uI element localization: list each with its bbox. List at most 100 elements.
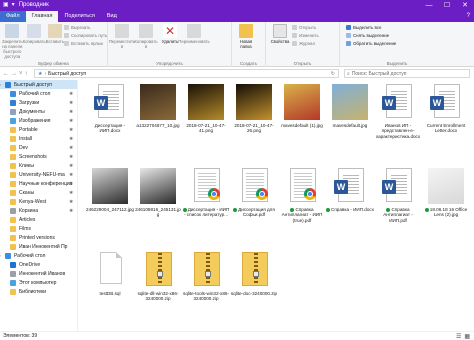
rename-button[interactable]: Переименовать (178, 23, 210, 59)
pin-quick-access-button[interactable]: Закрепить на панели быстрого доступа (2, 23, 23, 59)
folder-icon (10, 243, 16, 250)
maximize-button[interactable]: ☐ (438, 0, 456, 10)
refresh-icon[interactable]: ↻ (331, 71, 335, 77)
sidebar-item-label: Сканы (19, 189, 35, 196)
photo-thumbnail (234, 82, 274, 122)
help-icon[interactable]: ? (467, 11, 474, 22)
photo-thumbnail (330, 82, 370, 122)
folder-icon (10, 288, 16, 295)
sidebar-item[interactable]: OneDrive (0, 260, 77, 269)
file-name: mavesdefault.jpg (326, 123, 374, 128)
file-item[interactable]: Диссертация для Софьи.pdf (230, 166, 278, 248)
copy-to-button[interactable]: Копировать в (134, 23, 158, 59)
file-name: Справка Антиплагиат - ИИП.pdf (374, 207, 422, 223)
new-folder-button[interactable]: Новая папка (234, 23, 258, 59)
large-icons-view-icon[interactable]: ▦ (464, 333, 470, 340)
sidebar-item[interactable]: Документы ✱ (0, 107, 77, 116)
chrome-icon (304, 188, 316, 200)
folder-icon (10, 153, 16, 160)
up-arrow-icon[interactable]: ↑ (25, 71, 28, 77)
copy-button[interactable]: Копировать (23, 23, 46, 59)
file-item[interactable]: W Диссертация - ИИП.docx (86, 82, 134, 164)
sidebar-item[interactable]: Screenshots ✱ (0, 152, 77, 161)
paste-button[interactable]: Вставить (46, 23, 64, 59)
move-to-button[interactable]: Переместить в (109, 23, 135, 59)
sidebar-item-label: Быстрый доступ (14, 81, 52, 88)
window-title: Проводник (18, 2, 49, 8)
sidebar-item[interactable]: Kenya-West ✱ (0, 197, 77, 206)
folder-icon (10, 261, 16, 268)
sidebar-item[interactable]: Сканы ✱ (0, 188, 77, 197)
file-item[interactable]: Диссертация - ИИП - список литератур... (182, 166, 230, 248)
tab-1[interactable]: Главная (25, 11, 59, 22)
cut-button[interactable]: Вырезать (63, 24, 107, 31)
sidebar-item[interactable]: Иван Иннокентий Пр (0, 242, 77, 251)
sidebar-item[interactable]: Изображения ✱ (0, 116, 77, 125)
sidebar-item[interactable]: Articles (0, 215, 77, 224)
recent-dropdown-icon[interactable]: ˅ (19, 71, 23, 77)
sidebar-item[interactable]: Библиотеки (0, 287, 77, 296)
address-path[interactable]: Быстрый доступ (48, 71, 86, 77)
file-item[interactable]: mavesdefault.jpg (326, 82, 374, 164)
address-bar[interactable]: ★ › Быстрый доступ ↻ (34, 69, 339, 78)
search-input[interactable]: ⌕ Поиск: Быстрый доступ (344, 69, 470, 78)
history-button[interactable]: Журнал (292, 40, 319, 47)
sidebar-item[interactable]: Printed versions (0, 233, 77, 242)
sidebar-item[interactable]: Загрузки ✱ (0, 98, 77, 107)
chevron-right-icon[interactable]: › (0, 82, 1, 87)
file-item[interactable]: W Справка Антиплагиат - ИИП.pdf (374, 166, 422, 248)
scrollbar[interactable] (468, 80, 474, 331)
sidebar-item[interactable]: Корзина ✱ (0, 206, 77, 215)
copy-path-button[interactable]: Скопировать путь (63, 32, 107, 39)
edit-button[interactable]: Изменить (292, 32, 319, 39)
chevron-right-icon[interactable]: › (0, 253, 1, 258)
file-item[interactable]: Справка Антиплагиат - ИИП (true).pdf (278, 166, 326, 248)
forward-arrow-icon[interactable]: → (11, 71, 17, 77)
file-item[interactable]: a1322704677_10.jpg (134, 82, 182, 164)
back-arrow-icon[interactable]: ← (3, 71, 9, 77)
sidebar-item[interactable]: Install ✱ (0, 134, 77, 143)
invert-selection-button[interactable]: Обратить выделение (346, 40, 396, 47)
file-item[interactable]: W Справка - ИИП.docx (326, 166, 374, 248)
properties-button[interactable]: Свойства (268, 23, 292, 59)
sidebar-item[interactable]: Этот компьютер (0, 278, 77, 287)
file-item[interactable]: sqlite-doc-3240000.zip (230, 250, 278, 332)
open-button[interactable]: Открыть (292, 24, 319, 31)
file-item[interactable]: 246108816_245131.jpg (134, 166, 182, 248)
select-none-button[interactable]: Снять выделение (346, 32, 396, 39)
file-name-text: sqlite-dll-win32-x86-3240000.zip (137, 291, 179, 302)
sidebar-item[interactable]: Portable ✱ (0, 125, 77, 134)
file-item[interactable]: mavesdefault (1).jpg (278, 82, 326, 164)
tab-2[interactable]: Поделиться (58, 11, 100, 22)
file-item[interactable]: W Current Enrollment Letter.docx (422, 82, 470, 164)
sidebar-item[interactable]: Иннокентий Иванов (0, 269, 77, 278)
sidebar-item-label: Рабочий стол (19, 90, 51, 97)
sidebar-item[interactable]: Dev ✱ (0, 143, 77, 152)
sidebar-item[interactable]: › Быстрый доступ (0, 80, 77, 89)
file-item[interactable]: W Иванов ИП - представлен-е-характеристик… (374, 82, 422, 164)
file-item[interactable]: 18.06.18 16 Office Lens (2).jpg (422, 166, 470, 248)
sidebar-item[interactable]: Films (0, 224, 77, 233)
sidebar-item[interactable]: Клиеы ✱ (0, 161, 77, 170)
tab-0[interactable]: Файл (0, 11, 26, 22)
file-item[interactable]: 2018-07-21_10-47-41.png (182, 82, 230, 164)
paste-shortcut-button[interactable]: Вставить ярлык (63, 40, 107, 47)
sidebar-item-label: Корзина (19, 207, 39, 214)
address-row: ← → ˅ ↑ ★ › Быстрый доступ ↻ ⌕ Поиск: Бы… (0, 68, 474, 79)
sidebar-item[interactable]: Рабочий стол ✱ (0, 89, 77, 98)
sidebar-item[interactable]: University-NEFU-ma ✱ (0, 170, 77, 179)
file-item[interactable]: 246229004_247112.jpg (86, 166, 134, 248)
close-button[interactable]: ✕ (456, 0, 474, 10)
sidebar-item[interactable]: › Рабочий стол (0, 251, 77, 260)
minimize-button[interactable]: — (420, 0, 438, 10)
tab-3[interactable]: Вид (101, 11, 123, 22)
details-view-icon[interactable]: ☰ (456, 333, 461, 340)
file-item[interactable]: sqlite-tools-win32-x86-3240000.zip (182, 250, 230, 332)
file-item[interactable]: testDB.sql (86, 250, 134, 332)
sidebar-item[interactable]: Научные конференция ✱ (0, 179, 77, 188)
select-all-button[interactable]: Выделить все (346, 24, 396, 31)
folder-icon[interactable]: ▣ (3, 0, 9, 10)
sidebar-item-label: Научные конференция (19, 180, 73, 187)
file-item[interactable]: sqlite-dll-win32-x86-3240000.zip (134, 250, 182, 332)
file-item[interactable]: 2018-07-21_10-47-26.png (230, 82, 278, 164)
